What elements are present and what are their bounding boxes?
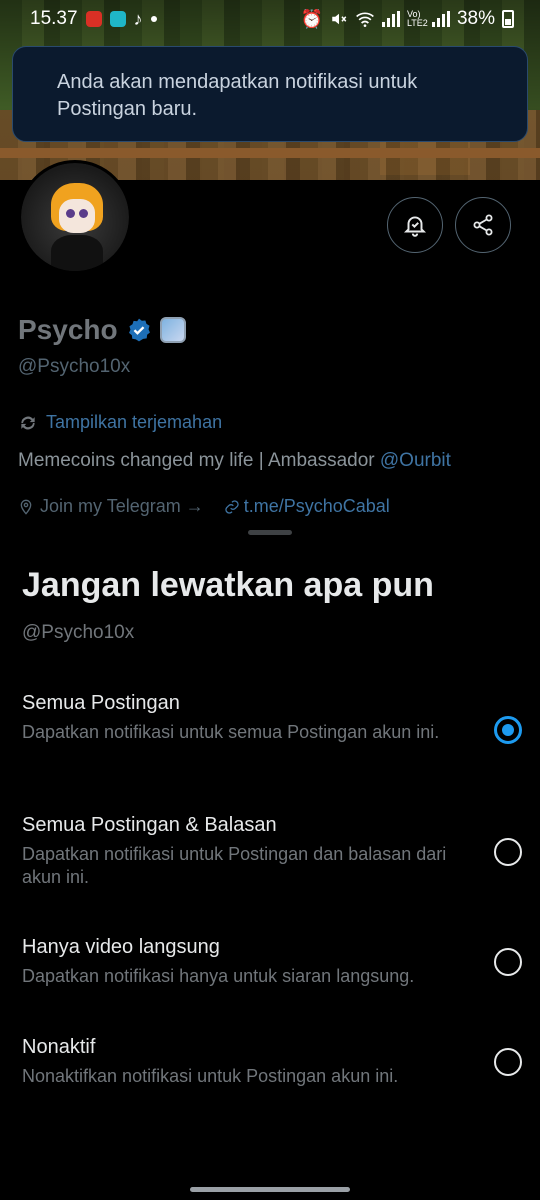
mute-icon [332, 13, 347, 25]
notification-bell-button[interactable] [387, 197, 443, 253]
option-title: Semua Postingan & Balasan [22, 814, 277, 836]
sheet-drag-handle[interactable] [248, 530, 292, 535]
option-live-video-only[interactable]: Hanya video langsung Dapatkan notifikasi… [22, 936, 522, 988]
sheet-handle: @Psycho10x [22, 622, 135, 643]
avatar-face [59, 199, 95, 233]
profile-name: Psycho [18, 314, 118, 345]
notification-toast: Anda akan mendapatkan notifikasi untuk P… [12, 46, 528, 142]
location-icon [20, 499, 32, 515]
verified-badge-icon[interactable] [126, 317, 152, 343]
radio-unselected[interactable] [494, 838, 522, 866]
status-bar: 15.37 ♪ ⏰ Vo) LTE2 38% [0, 0, 540, 38]
avatar-eye [79, 209, 88, 218]
battery-icon [502, 10, 514, 28]
option-description: Nonaktifkan notifikasi untuk Postingan a… [22, 1066, 399, 1086]
home-indicator[interactable] [190, 1187, 350, 1192]
bio-mention-link[interactable]: @Ourbit [380, 450, 451, 471]
avatar[interactable] [18, 160, 132, 274]
battery-percent: 38% [456, 8, 495, 29]
status-bar-left: 15.37 ♪ [30, 8, 157, 30]
translate-icon [21, 416, 35, 429]
status-time: 15.37 [30, 8, 78, 29]
profile-handle: @Psycho10x [18, 356, 131, 377]
share-button[interactable] [455, 197, 511, 253]
profile-location: Join my Telegram → [40, 496, 204, 516]
option-description: Dapatkan notifikasi hanya untuk siaran l… [22, 966, 415, 986]
radio-unselected[interactable] [494, 948, 522, 976]
profile-url-link[interactable]: t.me/PsychoCabal [224, 496, 390, 517]
bio-text: Memecoins changed my life | Ambassador [18, 450, 380, 471]
option-title: Semua Postingan [22, 692, 180, 714]
tiktok-icon: ♪ [133, 8, 143, 29]
option-description: Dapatkan notifikasi untuk semua Postinga… [22, 722, 440, 742]
signal-icon [431, 11, 450, 27]
share-icon [473, 214, 493, 236]
option-description: Dapatkan notifikasi untuk Postingan dan … [22, 844, 447, 887]
avatar-body [51, 235, 103, 271]
profile-url: t.me/PsychoCabal [243, 496, 390, 516]
sheet-title: Jangan lewatkan apa pun [22, 566, 434, 604]
option-title: Hanya video langsung [22, 936, 220, 958]
more-notifications-icon [150, 16, 157, 22]
translate-link[interactable]: Tampilkan terjemahan [18, 412, 222, 433]
link-icon [225, 499, 239, 514]
option-posts-and-replies[interactable]: Semua Postingan & Balasan Dapatkan notif… [22, 814, 522, 889]
option-all-posts[interactable]: Semua Postingan Dapatkan notifikasi untu… [22, 692, 522, 744]
signal-icon [381, 11, 400, 27]
profile-bio: Memecoins changed my life | Ambassador @… [18, 450, 451, 472]
radio-selected[interactable] [494, 716, 522, 744]
notification-settings-sheet: Jangan lewatkan apa pun @Psycho10x Semua… [0, 530, 540, 1200]
toast-message: Anda akan mendapatkan notifikasi untuk P… [57, 71, 418, 120]
option-off[interactable]: Nonaktif Nonaktifkan notifikasi untuk Po… [22, 1036, 522, 1088]
avatar-image [21, 163, 129, 271]
wifi-icon [356, 12, 374, 27]
banner-fence [0, 148, 540, 158]
option-title: Nonaktif [22, 1036, 96, 1058]
status-bar-right: ⏰ Vo) LTE2 38% [301, 8, 514, 30]
translate-label: Tampilkan terjemahan [46, 412, 223, 432]
bell-check-icon [403, 216, 427, 237]
network-label: Vo) LTE2 [406, 9, 428, 28]
avatar-eye [66, 209, 75, 218]
alarm-icon: ⏰ [300, 8, 323, 29]
affiliate-badge-icon[interactable] [159, 317, 186, 343]
profile-meta: Join my Telegram → t.me/PsychoCabal [18, 496, 390, 517]
app-notification-icon [85, 11, 102, 27]
profile-name-row: Psycho [18, 314, 186, 346]
app-notification-icon [109, 11, 126, 27]
radio-unselected[interactable] [494, 1048, 522, 1076]
